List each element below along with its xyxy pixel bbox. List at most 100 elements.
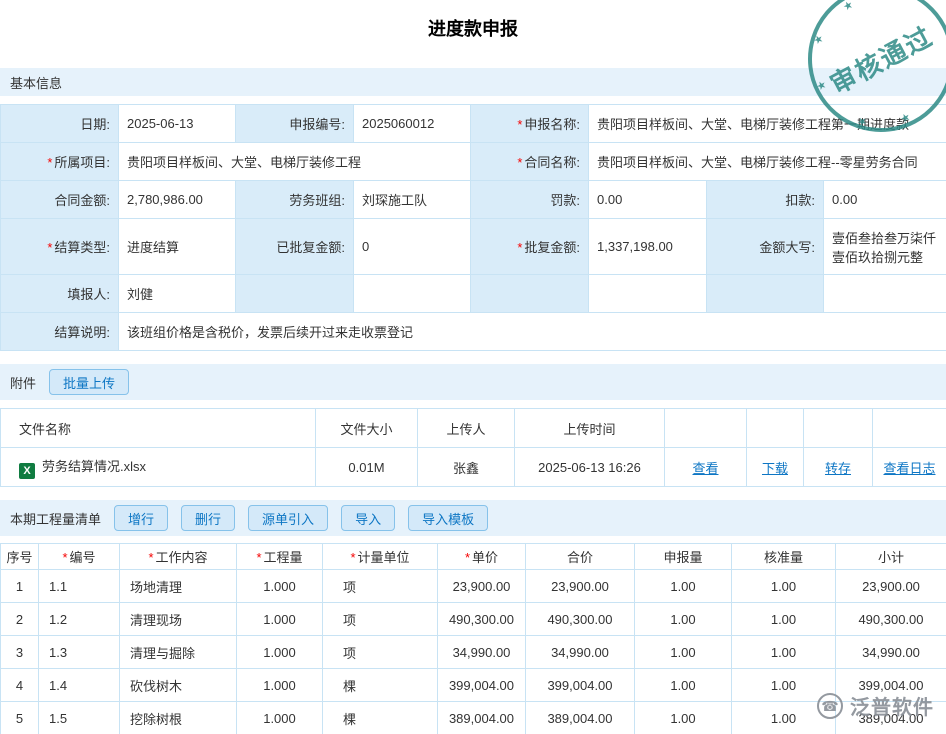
field-label-text: 批复金额: (524, 240, 580, 255)
view-link[interactable]: 查看 (692, 461, 718, 476)
qty-cell: 490,300.00 (836, 603, 946, 636)
qty-cell: 场地清理 (120, 570, 237, 603)
qty-cell: 34,990.00 (836, 636, 946, 669)
field-value-fine: 0.00 (589, 181, 707, 219)
attachment-row: X劳务结算情况.xlsx 0.01M 张鑫 2025-06-13 16:26 查… (1, 448, 946, 487)
field-label-settle-note: 结算说明: (1, 313, 119, 351)
qty-toolbar-button[interactable]: 删行 (181, 505, 235, 531)
quantity-list-toolbar: 增行删行源单引入导入导入模板 (114, 505, 488, 531)
qty-cell: 清理现场 (120, 603, 237, 636)
excel-file-icon: X (19, 463, 35, 479)
qty-cell: 1.4 (39, 669, 120, 702)
qty-cell: 1.00 (635, 603, 732, 636)
field-value-contract-amount: 2,780,986.00 (119, 181, 236, 219)
field-label-contract-amount: 合同金额: (1, 181, 119, 219)
qty-cell: 棵 (323, 702, 438, 734)
qty-cell: 1.000 (237, 669, 323, 702)
column-header-empty (804, 409, 873, 448)
basic-info-table: 日期: 2025-06-13 申报编号: 2025060012 *申报名称: 贵… (0, 104, 946, 351)
qty-toolbar-button[interactable]: 导入 (341, 505, 395, 531)
save-as-link[interactable]: 转存 (825, 461, 851, 476)
empty-cell (471, 275, 589, 313)
qty-cell: 490,300.00 (438, 603, 526, 636)
qty-column-header: 合价 (526, 544, 635, 570)
required-mark: * (350, 550, 355, 565)
field-value-filler: 刘健 (119, 275, 236, 313)
qty-row: 41.4砍伐树木1.000棵399,004.00399,004.001.001.… (1, 669, 946, 702)
field-label-labor-team: 劳务班组: (236, 181, 354, 219)
column-header-empty (665, 409, 747, 448)
field-label-fine: 罚款: (471, 181, 589, 219)
qty-cell: 1.00 (635, 702, 732, 734)
qty-row: 11.1场地清理1.000项23,900.0023,900.001.001.00… (1, 570, 946, 603)
qty-cell: 1.000 (237, 603, 323, 636)
qty-cell: 1.2 (39, 603, 120, 636)
qty-cell: 1.00 (635, 636, 732, 669)
required-mark: * (256, 550, 261, 565)
column-header-file-size: 文件大小 (316, 409, 418, 448)
download-link[interactable]: 下载 (762, 461, 788, 476)
quantity-list-section-title: 本期工程量清单 (10, 509, 101, 528)
info-row: *结算类型: 进度结算 已批复金额: 0 *批复金额: 1,337,198.00… (1, 219, 946, 275)
field-label-approved-amount: 已批复金额: (236, 219, 354, 275)
empty-cell (707, 275, 824, 313)
field-value-settle-note: 该班组价格是含税价，发票后续开过来走收票登记 (119, 313, 946, 351)
field-value-declaration-name: 贵阳项目样板间、大堂、电梯厅装修工程第一期进度款 (589, 105, 946, 143)
qty-row: 21.2清理现场1.000项490,300.00490,300.001.001.… (1, 603, 946, 636)
attachment-file-name: 劳务结算情况.xlsx (42, 459, 146, 474)
attachment-action-cell: 查看 (665, 448, 747, 487)
basic-info-section-bar: 基本信息 (0, 68, 946, 96)
qty-cell: 389,004.00 (526, 702, 635, 734)
qty-cell: 1.00 (732, 570, 836, 603)
required-mark: * (148, 550, 153, 565)
required-mark: * (517, 117, 522, 132)
attachment-file-name-cell: X 劳务结算情况.xlsx (1, 448, 316, 487)
attachments-section-title: 附件 (10, 373, 36, 392)
required-mark: * (62, 550, 67, 565)
qty-cell: 490,300.00 (526, 603, 635, 636)
qty-cell: 1.00 (635, 669, 732, 702)
field-label-amount-in-words: 金额大写: (707, 219, 824, 275)
attachment-file-size: 0.01M (316, 448, 418, 487)
qty-column-header: 小计 (836, 544, 946, 570)
field-label-text: 申报名称: (524, 117, 580, 132)
qty-toolbar-button[interactable]: 源单引入 (248, 505, 328, 531)
field-label-deduction: 扣款: (707, 181, 824, 219)
qty-cell: 34,990.00 (438, 636, 526, 669)
required-mark: * (517, 155, 522, 170)
basic-info-section-title: 基本信息 (10, 73, 62, 92)
progress-payment-declaration-page: 进度款申报 审核通过 ★ ★ ★ ★ ★ 基本信息 日期: 2025-06-13… (0, 0, 946, 734)
field-label-text: 合同名称: (524, 155, 580, 170)
empty-cell (824, 275, 946, 313)
qty-cell: 389,004.00 (836, 702, 946, 734)
qty-cell: 1.00 (732, 636, 836, 669)
field-value-deduction: 0.00 (824, 181, 946, 219)
empty-cell (354, 275, 471, 313)
qty-cell: 399,004.00 (438, 669, 526, 702)
quantity-list-table: 序号*编号*工作内容*工程量*计量单位*单价合价申报量核准量小计 11.1场地清… (0, 543, 946, 734)
qty-cell: 23,900.00 (438, 570, 526, 603)
qty-toolbar-button[interactable]: 增行 (114, 505, 168, 531)
attachment-action-cell: 下载 (747, 448, 804, 487)
field-label-text: 所属项目: (54, 155, 110, 170)
batch-upload-button[interactable]: 批量上传 (49, 369, 129, 395)
qty-cell: 挖除树根 (120, 702, 237, 734)
field-value-labor-team: 刘琛施工队 (354, 181, 471, 219)
qty-toolbar-button[interactable]: 导入模板 (408, 505, 488, 531)
qty-cell: 项 (323, 570, 438, 603)
required-mark: * (517, 240, 522, 255)
field-value-approved-amount: 0 (354, 219, 471, 275)
qty-cell: 389,004.00 (438, 702, 526, 734)
qty-cell: 5 (1, 702, 39, 734)
quantity-list-header-row: 序号*编号*工作内容*工程量*计量单位*单价合价申报量核准量小计 (1, 544, 946, 570)
qty-cell: 1.000 (237, 702, 323, 734)
qty-cell: 1.5 (39, 702, 120, 734)
field-value-reply-amount: 1,337,198.00 (589, 219, 707, 275)
qty-cell: 1.000 (237, 636, 323, 669)
view-log-link[interactable]: 查看日志 (883, 461, 935, 476)
qty-cell: 1.1 (39, 570, 120, 603)
column-header-empty (747, 409, 804, 448)
qty-column-header: *编号 (39, 544, 120, 570)
qty-cell: 4 (1, 669, 39, 702)
qty-cell: 23,900.00 (836, 570, 946, 603)
